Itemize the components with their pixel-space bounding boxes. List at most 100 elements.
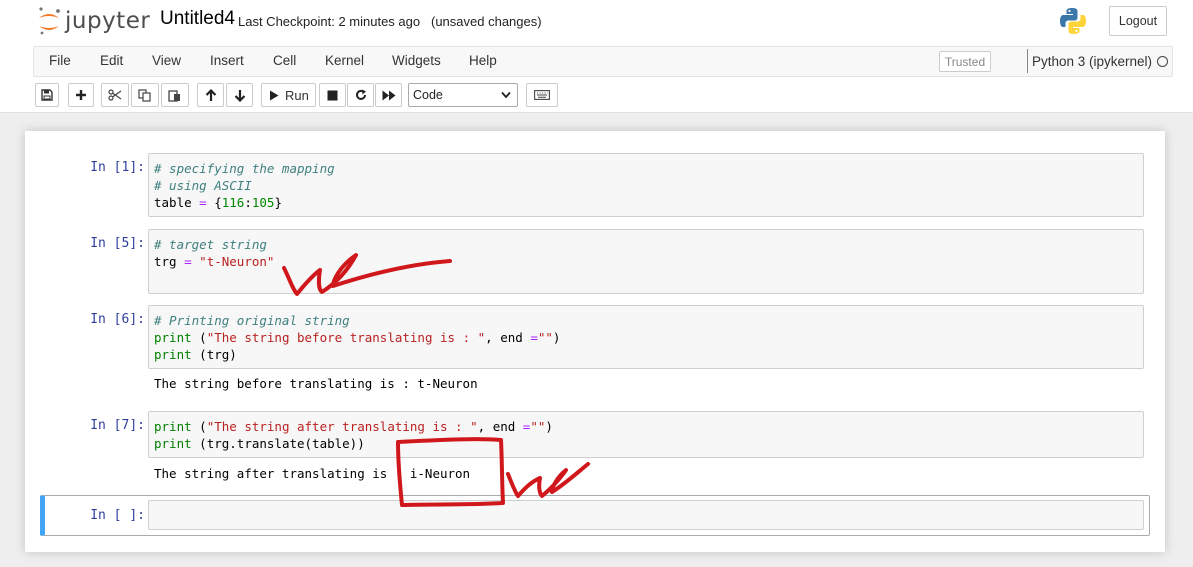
code-cell-input[interactable] xyxy=(148,500,1144,530)
restart-button[interactable] xyxy=(347,83,374,107)
cell-prompt: In [1]: xyxy=(90,160,145,175)
restart-icon xyxy=(355,89,366,100)
menu-kernel[interactable]: Kernel xyxy=(325,53,364,68)
play-icon xyxy=(270,90,279,100)
menu-file[interactable]: File xyxy=(49,53,71,68)
code-cell-input[interactable]: # specifying the mapping # using ASCII tab… xyxy=(148,153,1144,217)
code-token: print xyxy=(154,347,192,362)
code-token: ( xyxy=(191,419,207,434)
code-token: ( xyxy=(191,330,207,345)
code-cell-input[interactable]: # target string trg = "t-Neuron" xyxy=(148,229,1144,294)
code-token: # Printing original string xyxy=(154,313,350,328)
code-token: ) xyxy=(552,330,561,345)
plus-icon xyxy=(76,90,86,100)
cell-prompt: In [ ]: xyxy=(90,508,145,523)
code-token: # specifying the mapping xyxy=(154,161,335,176)
code-token: "" xyxy=(537,330,553,345)
menu-insert[interactable]: Insert xyxy=(210,53,244,68)
code-token: # target string xyxy=(154,237,267,252)
arrow-up-icon xyxy=(205,88,216,101)
code-line: trg = "t-Neuron" xyxy=(154,253,1138,270)
code-token: , end xyxy=(485,330,531,345)
code-token: } xyxy=(274,195,282,210)
cut-button[interactable] xyxy=(101,83,129,107)
code-token: : xyxy=(244,195,252,210)
code-token: # using ASCII xyxy=(154,178,252,193)
stop-icon xyxy=(327,90,338,100)
insert-cell-button[interactable] xyxy=(68,83,94,107)
cell-prompt: In [5]: xyxy=(90,236,145,251)
cell-output: The string before translating is : t-Neu… xyxy=(154,376,478,391)
menubar: File Edit View Insert Cell Kernel Widget… xyxy=(33,46,1173,77)
code-line: # specifying the mapping xyxy=(154,160,1138,177)
code-token: "" xyxy=(530,419,546,434)
code-cell-input[interactable]: # Printing original string print ("The st… xyxy=(148,305,1144,369)
notebook-name[interactable]: Untitled4 xyxy=(158,8,237,30)
jupyter-logo[interactable]: jupyter xyxy=(36,6,150,36)
menu-cell[interactable]: Cell xyxy=(273,53,296,68)
kernel-name[interactable]: Python 3 (ipykernel) xyxy=(1027,49,1152,73)
cell-type-value: Code xyxy=(413,88,443,102)
save-button[interactable] xyxy=(35,83,59,107)
code-line: # Printing original string xyxy=(154,312,1138,329)
code-token: 105 xyxy=(251,195,275,210)
logout-button[interactable]: Logout xyxy=(1109,6,1167,36)
code-token: "t-Neuron" xyxy=(199,254,275,269)
code-token: trg xyxy=(154,254,185,269)
copy-icon xyxy=(138,88,151,102)
code-token: print xyxy=(154,419,192,434)
code-token: 116 xyxy=(221,195,245,210)
code-line: print (trg) xyxy=(154,346,1138,363)
header: jupyter Untitled4 Last Checkpoint: 2 min… xyxy=(0,0,1193,113)
paste-button[interactable] xyxy=(161,83,189,107)
python-logo-icon xyxy=(1060,8,1086,34)
code-token: "The string after translating is : " xyxy=(206,419,478,434)
keyboard-icon xyxy=(534,90,550,100)
save-icon xyxy=(41,89,53,101)
cell-output: The string after translating is : i-Neur… xyxy=(154,466,471,481)
paste-icon xyxy=(168,89,180,102)
code-token: table xyxy=(154,195,200,210)
chevron-down-icon xyxy=(501,91,511,99)
code-token: { xyxy=(206,195,222,210)
run-button[interactable]: Run xyxy=(261,83,316,107)
cell-prompt: In [7]: xyxy=(90,418,145,433)
menu-widgets[interactable]: Widgets xyxy=(392,53,441,68)
checkpoint-status: Last Checkpoint: 2 minutes ago xyxy=(238,14,421,29)
notebook-container: In [1]: # specifying the mapping # using … xyxy=(25,131,1165,552)
code-cell-input[interactable]: print ("The string after translating is … xyxy=(148,411,1144,458)
menu-edit[interactable]: Edit xyxy=(100,53,123,68)
code-line: # using ASCII xyxy=(154,177,1138,194)
code-line: table = {116:105} xyxy=(154,194,1138,211)
arrow-down-icon xyxy=(234,89,245,102)
code-token: = xyxy=(199,195,207,210)
cell-type-select[interactable]: Code xyxy=(408,83,518,107)
move-up-button[interactable] xyxy=(197,83,224,107)
code-token: ) xyxy=(545,419,553,434)
code-line: print (trg.translate(table)) xyxy=(154,435,1138,452)
menu-view[interactable]: View xyxy=(152,53,181,68)
trusted-indicator[interactable]: Trusted xyxy=(939,51,991,72)
code-token: , end xyxy=(477,419,523,434)
code-line: print ("The string before translating is… xyxy=(154,329,1138,346)
code-line: print ("The string after translating is … xyxy=(154,418,1138,435)
menu-help[interactable]: Help xyxy=(469,53,497,68)
autosave-status: (unsaved changes) xyxy=(431,14,542,29)
copy-button[interactable] xyxy=(131,83,159,107)
code-token: (trg.translate(table)) xyxy=(191,436,365,451)
code-token: print xyxy=(154,436,192,451)
code-token: = xyxy=(530,330,538,345)
interrupt-button[interactable] xyxy=(319,83,346,107)
restart-run-all-button[interactable] xyxy=(375,83,402,107)
code-token: = xyxy=(184,254,192,269)
scissors-icon xyxy=(108,89,122,101)
move-down-button[interactable] xyxy=(226,83,253,107)
fast-forward-icon xyxy=(382,90,395,100)
code-token: print xyxy=(154,330,192,345)
cell-prompt: In [6]: xyxy=(90,312,145,327)
command-palette-button[interactable] xyxy=(526,83,558,107)
run-label: Run xyxy=(285,87,309,103)
code-token: (trg) xyxy=(191,347,237,362)
kernel-idle-icon xyxy=(1157,56,1168,67)
code-line: # target string xyxy=(154,236,1138,253)
